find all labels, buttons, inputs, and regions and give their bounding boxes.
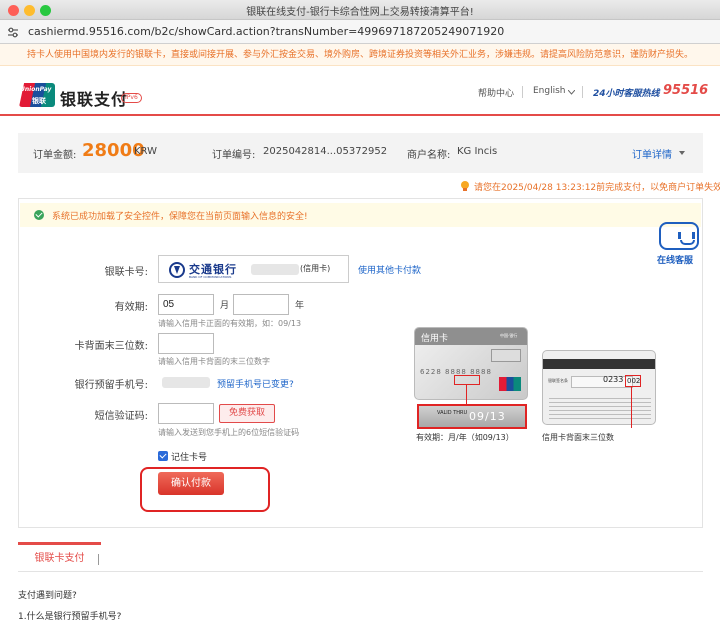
masked-phone-number: [162, 377, 210, 388]
amount-label: 订单金额:: [33, 150, 77, 161]
unionpay-mark-icon: [499, 377, 521, 391]
security-banner: 系统已成功加载了安全控件，保障您在当前页面输入信息的安全!: [20, 203, 701, 227]
merchant-name: KG Incis: [457, 146, 498, 157]
order-number: 2025042814...05372952: [263, 146, 388, 157]
site-settings-icon[interactable]: [7, 26, 19, 38]
divider: [98, 554, 99, 565]
divider: [522, 86, 523, 98]
risk-notice: 持卡人使用中国境内发行的银联卡，直接或间接开展、参与外汇按金交易、境外购房、跨境…: [0, 44, 720, 66]
card-number-label: 银联卡号:: [104, 267, 148, 278]
lightbulb-icon: [461, 181, 469, 191]
hotline-label: 24小时客服热线: [593, 89, 660, 99]
divider: [582, 86, 583, 98]
window-titlebar: 银联在线支付-银行卡综合性网上交易转接清算平台!: [0, 0, 720, 20]
remember-card-checkbox[interactable]: [158, 451, 168, 461]
cvn-label: 卡背面末三位数:: [74, 341, 148, 352]
cvn-hint: 请输入信用卡背面的末三位数字: [158, 357, 270, 366]
phone-changed-link[interactable]: 预留手机号已变更?: [217, 377, 294, 390]
security-message: 系统已成功加载了安全控件，保障您在当前页面输入信息的安全!: [52, 212, 308, 222]
sms-code-label: 短信验证码:: [94, 411, 148, 422]
get-sms-code-button[interactable]: 免费获取: [219, 404, 275, 423]
caret-down-icon[interactable]: [679, 151, 685, 155]
phone-label: 银行预留手机号:: [74, 380, 148, 391]
brand-name: 银联支付: [60, 90, 129, 109]
credit-card-back-illustration: 银联签名条 0233 002: [542, 350, 656, 425]
bank-logo-icon: [169, 262, 185, 278]
tab-unionpay-card[interactable]: 银联卡支付: [18, 542, 101, 572]
bank-name-en: BANK OF COMMUNICATIONS: [189, 275, 232, 279]
card-front-title: 信用卡: [421, 334, 449, 344]
language-switch[interactable]: English: [533, 86, 566, 96]
hotline-number: 95516: [663, 83, 709, 98]
order-number-label: 订单编号:: [212, 150, 256, 161]
logo-text: UnionPay: [20, 86, 52, 93]
order-currency: KRW: [134, 146, 157, 157]
signature-label: 银联签名条: [548, 378, 568, 383]
valid-thru-zoom: VALID THRU 09/13: [417, 404, 527, 429]
chat-face-icon[interactable]: [659, 222, 699, 250]
order-details-link[interactable]: 订单详情: [632, 146, 672, 161]
chevron-down-icon[interactable]: [568, 90, 575, 95]
month-unit: 月: [220, 301, 230, 311]
online-service-label[interactable]: 在线客服: [657, 253, 693, 266]
merchant-label: 商户名称:: [407, 150, 451, 161]
year-unit: 年: [295, 301, 305, 311]
pointer-line: [631, 386, 632, 428]
address-bar[interactable]: cashiermd.95516.com/b2c/showCard.action?…: [0, 20, 720, 44]
front-caption: 有效期：月/年（如09/13）: [416, 433, 514, 442]
expiry-year-input[interactable]: [233, 294, 289, 315]
faq-title: 支付遇到问题?: [18, 591, 77, 601]
expiry-month-input[interactable]: [158, 294, 214, 315]
valid-thru-date: 09/13: [469, 410, 506, 423]
valid-thru-label: VALID THRU: [437, 410, 468, 416]
logo-sub: 银联: [32, 97, 46, 105]
sms-code-input[interactable]: [158, 403, 214, 424]
help-center-link[interactable]: 帮助中心: [478, 86, 514, 99]
site-header: UnionPay 银联 银联支付 IPv6 帮助中心 English 24小时客…: [0, 66, 720, 116]
url-text[interactable]: cashiermd.95516.com/b2c/showCard.action?…: [28, 25, 504, 38]
online-service-widget[interactable]: 在线客服: [652, 222, 708, 268]
expiry-highlight: [454, 375, 480, 385]
ipv6-badge: IPv6: [121, 93, 142, 103]
unionpay-logo[interactable]: UnionPay 银联: [19, 83, 55, 107]
expiry-label: 有效期:: [114, 302, 148, 313]
window-title: 银联在线支付-银行卡综合性网上交易转接清算平台!: [246, 7, 474, 18]
payment-deadline: 请您在2025/04/28 13:23:12前完成支付，以免商户订单失效: [474, 183, 720, 193]
expiry-hint: 请输入信用卡正面的有效期，如：09/13: [158, 319, 302, 328]
use-other-card-link[interactable]: 使用其他卡付款: [358, 263, 421, 276]
sms-hint: 请输入发送到您手机上的6位短信验证码: [158, 428, 300, 437]
credit-card-front-illustration: 信用卡 中国·银行 6228 8888 8888: [414, 327, 528, 400]
cvn-input[interactable]: [158, 333, 214, 354]
card-chip-icon: [491, 349, 521, 362]
card-type: (信用卡): [300, 264, 331, 273]
order-summary: 订单金额: 28000 KRW 订单编号: 2025042814...05372…: [18, 133, 703, 173]
faq-question-1[interactable]: 1.什么是银行预留手机号?: [18, 609, 121, 622]
masked-card-number: [251, 264, 299, 275]
confirm-payment-button[interactable]: 确认付款: [158, 472, 224, 495]
pointer-line: [466, 385, 467, 405]
payment-tabs: [18, 542, 703, 572]
check-circle-icon: [34, 210, 44, 220]
remember-card-label[interactable]: 记住卡号: [171, 450, 207, 463]
card-front-small: 中国·银行: [500, 333, 518, 338]
back-number: 0233: [603, 375, 624, 384]
back-caption: 信用卡背面末三位数: [542, 433, 614, 442]
cvn-highlight: [625, 375, 641, 387]
